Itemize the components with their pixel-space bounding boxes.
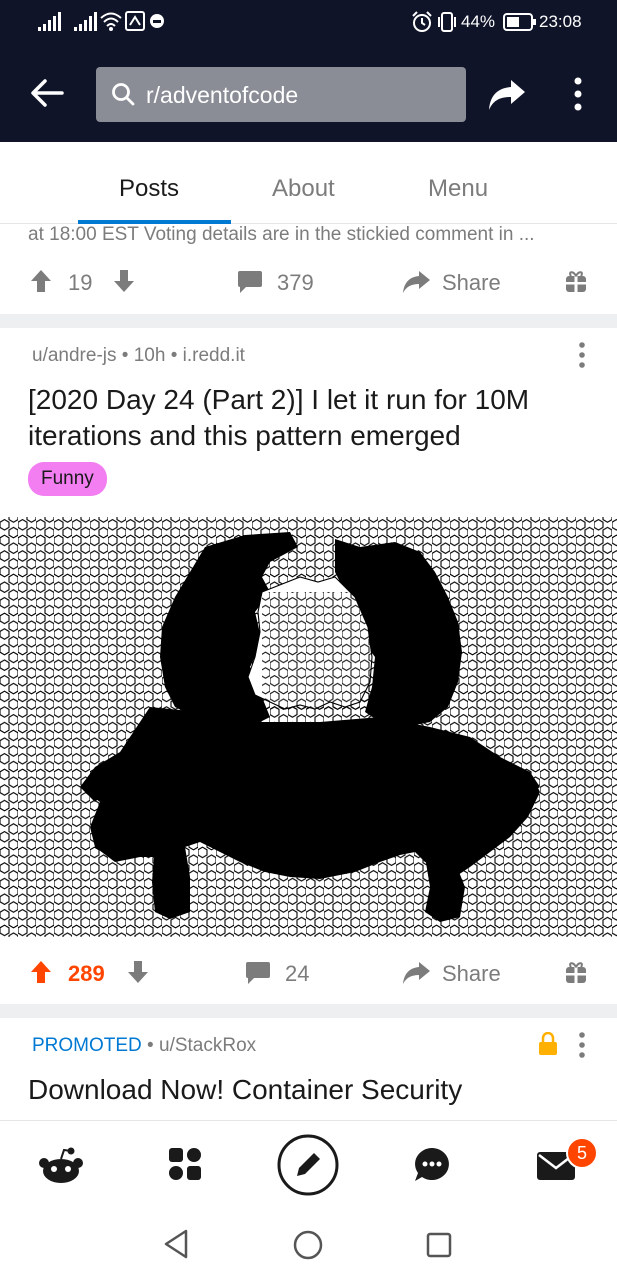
- award-icon[interactable]: [565, 960, 587, 984]
- chat-icon[interactable]: [414, 1147, 450, 1183]
- inbox-badge: 5: [566, 1137, 598, 1169]
- comment-count[interactable]: 379: [277, 270, 314, 296]
- tab-about[interactable]: About: [272, 175, 335, 203]
- vote-count: 19: [68, 270, 93, 295]
- search-icon: [112, 83, 135, 106]
- back-arrow-icon[interactable]: [30, 78, 64, 108]
- system-back-icon[interactable]: [162, 1229, 190, 1259]
- promoted-post-card[interactable]: PROMOTED • u/StackRox Download Now! Cont…: [0, 1018, 617, 1120]
- post-author[interactable]: u/andre-js: [32, 345, 117, 366]
- comment-icon[interactable]: [237, 270, 263, 294]
- communities-icon[interactable]: [168, 1147, 202, 1181]
- tab-menu[interactable]: Menu: [428, 175, 488, 203]
- post-meta: u/andre-js • 10h • i.redd.it: [32, 345, 245, 366]
- search-text: r/adventofcode: [146, 82, 299, 108]
- post-meta: PROMOTED • u/StackRox: [32, 1035, 257, 1056]
- post-card[interactable]: at 18:00 EST Voting details are in the s…: [0, 224, 617, 314]
- alarm-icon: [412, 11, 432, 32]
- post-author[interactable]: u/StackRox: [159, 1035, 256, 1056]
- share-button[interactable]: Share: [442, 270, 501, 296]
- post-title[interactable]: Download Now! Container Security: [28, 1072, 598, 1108]
- post-divider: [0, 314, 617, 328]
- clock: 23:08: [539, 12, 582, 31]
- share-arrow-icon[interactable]: [487, 78, 527, 112]
- post-age: 10h: [133, 345, 166, 366]
- share-button[interactable]: Share: [442, 961, 501, 987]
- screen-icon: [125, 11, 145, 31]
- upvote-icon[interactable]: [30, 269, 52, 293]
- share-icon[interactable]: [401, 270, 431, 294]
- post-body-excerpt: at 18:00 EST Voting details are in the s…: [28, 224, 535, 245]
- top-app-bar: r/adventofcode: [0, 44, 617, 142]
- system-navigation-bar: [0, 1206, 617, 1280]
- share-icon[interactable]: [401, 961, 431, 985]
- cell-signal-icon: [38, 11, 61, 31]
- system-recents-icon[interactable]: [426, 1232, 452, 1258]
- post-card[interactable]: u/andre-js • 10h • i.redd.it [2020 Day 2…: [0, 328, 617, 1004]
- promoted-label: PROMOTED: [32, 1035, 142, 1056]
- battery-icon: [503, 13, 536, 31]
- home-snoo-icon[interactable]: [38, 1146, 84, 1184]
- post-divider: [0, 1004, 617, 1018]
- post-domain[interactable]: i.redd.it: [183, 345, 245, 366]
- comment-count[interactable]: 24: [285, 961, 309, 987]
- status-bar: 44% 23:08: [0, 0, 617, 44]
- search-input[interactable]: r/adventofcode: [96, 67, 466, 122]
- bottom-navigation: 5: [0, 1120, 617, 1206]
- downvote-icon[interactable]: [113, 269, 135, 293]
- comment-icon[interactable]: [245, 961, 271, 985]
- upvote-icon[interactable]: [30, 960, 52, 984]
- downvote-icon[interactable]: [127, 960, 149, 984]
- vote-count: 289: [68, 961, 105, 986]
- overflow-menu-icon[interactable]: [572, 76, 584, 112]
- post-options-icon[interactable]: [576, 341, 588, 369]
- cell-signal-2-icon: [74, 11, 97, 31]
- system-home-icon[interactable]: [293, 1230, 323, 1260]
- post-flair[interactable]: Funny: [28, 462, 107, 496]
- lock-icon: [539, 1032, 557, 1055]
- vibrate-icon: [438, 12, 456, 32]
- app-notification-icon: [150, 14, 164, 28]
- wifi-icon: [100, 12, 122, 31]
- battery-percent: 44%: [461, 12, 496, 31]
- post-image[interactable]: [0, 517, 617, 937]
- post-title[interactable]: [2020 Day 24 (Part 2)] I let it run for …: [28, 382, 598, 454]
- post-options-icon[interactable]: [576, 1031, 588, 1059]
- tab-posts[interactable]: Posts: [119, 175, 179, 203]
- subreddit-tabs: Posts About Menu: [0, 142, 617, 224]
- create-post-button[interactable]: [277, 1134, 339, 1196]
- award-icon[interactable]: [565, 269, 587, 293]
